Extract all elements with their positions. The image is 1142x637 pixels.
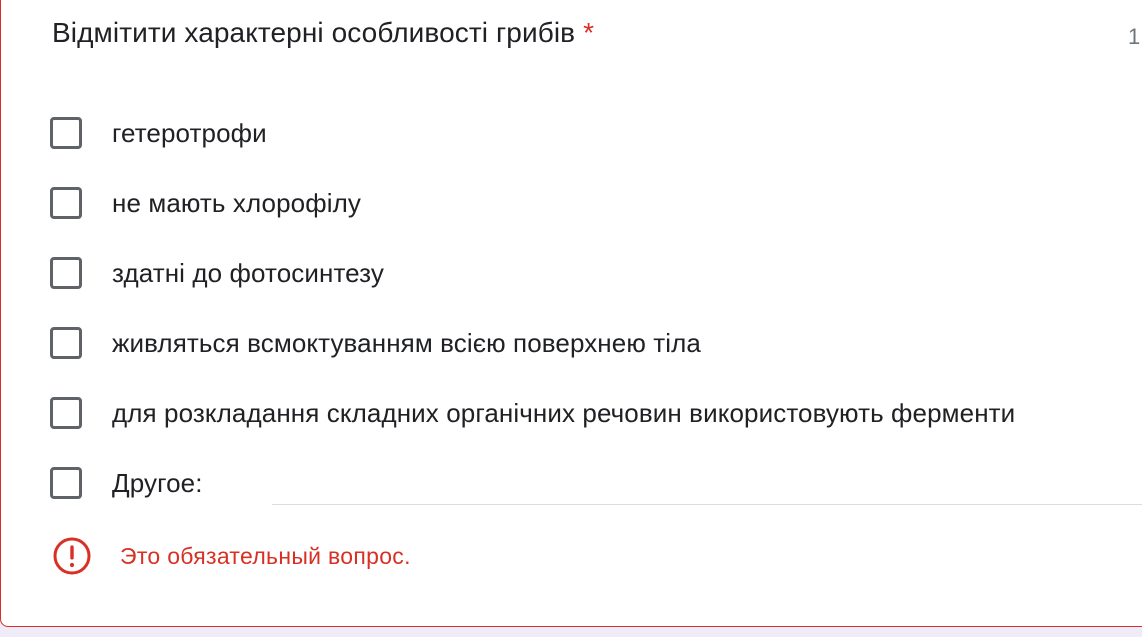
question-title-text: Відмітити характерні особливості грибів bbox=[52, 17, 576, 48]
option-label: здатні до фотосинтезу bbox=[112, 258, 385, 288]
question-card: Відмітити характерні особливості грибів *… bbox=[0, 0, 1142, 627]
checkbox[interactable] bbox=[50, 257, 82, 289]
error-icon bbox=[53, 537, 91, 575]
option-label: живляться всмоктуванням всією поверхнею … bbox=[112, 328, 701, 358]
error-message-row: Это обязательный вопрос. bbox=[52, 536, 411, 576]
option-label: гетеротрофи bbox=[112, 118, 267, 148]
checkbox[interactable] bbox=[50, 327, 82, 359]
checkbox[interactable] bbox=[50, 397, 82, 429]
checkbox[interactable] bbox=[50, 187, 82, 219]
option-label: Другое: bbox=[112, 468, 203, 498]
option-absorption[interactable]: живляться всмоктуванням всією поверхнею … bbox=[50, 323, 701, 363]
error-text: Это обязательный вопрос. bbox=[120, 543, 411, 569]
option-enzymes[interactable]: для розкладання складних органічних речо… bbox=[50, 393, 1015, 433]
checkbox[interactable] bbox=[50, 117, 82, 149]
option-label: не мають хлорофілу bbox=[112, 188, 361, 218]
option-no-chlorophyll[interactable]: не мають хлорофілу bbox=[50, 183, 361, 223]
option-label: для розкладання складних органічних речо… bbox=[112, 398, 1016, 428]
question-points: 1 bbox=[1128, 24, 1141, 49]
other-text-input[interactable] bbox=[272, 470, 1142, 505]
option-photosynthesis[interactable]: здатні до фотосинтезу bbox=[50, 253, 384, 293]
required-star: * bbox=[583, 17, 595, 48]
question-title: Відмітити характерні особливості грибів * bbox=[52, 15, 594, 51]
option-other[interactable]: Другое: bbox=[50, 463, 203, 503]
checkbox[interactable] bbox=[50, 467, 82, 499]
option-heterotrophs[interactable]: гетеротрофи bbox=[50, 113, 267, 153]
